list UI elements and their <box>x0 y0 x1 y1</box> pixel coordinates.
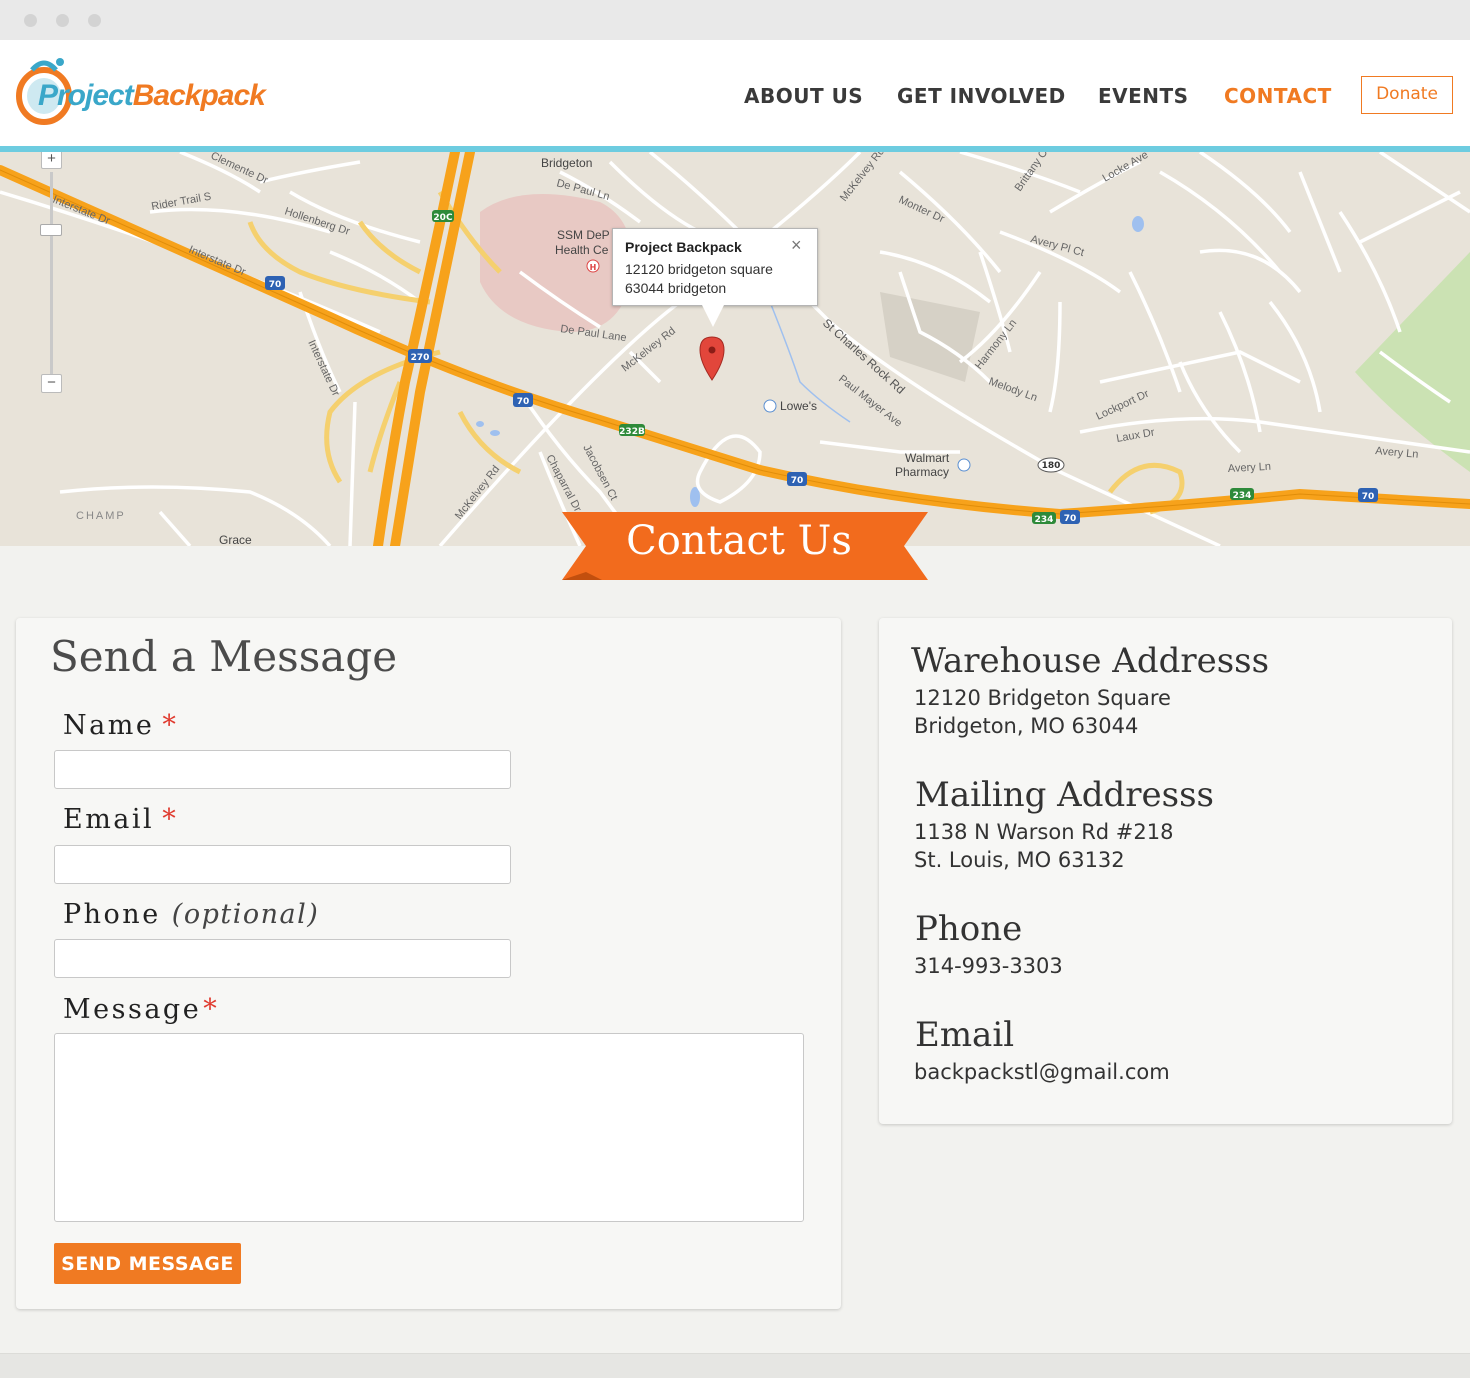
map-label-mckelvey-2: McKelvey Rd <box>453 463 502 521</box>
shield-i270: 270 <box>411 353 430 363</box>
window-minimize-dot[interactable] <box>56 14 69 27</box>
zoom-slider-handle[interactable] <box>40 224 62 236</box>
map-label-health: Health Ce <box>555 243 609 257</box>
browser-titlebar <box>0 0 1470 40</box>
shield-i70-a: 70 <box>269 280 282 290</box>
phone-label: Phone (optional) <box>63 899 319 930</box>
zoom-in-button[interactable]: + <box>41 152 62 169</box>
nav-about-us[interactable]: ABOUT US <box>744 84 863 108</box>
map-label-locke: Locke Ave <box>1101 152 1151 185</box>
logo-word-backpack: Backpack <box>132 79 266 112</box>
phone-number[interactable]: 314-993-3303 <box>914 954 1063 978</box>
map-embed[interactable]: 70 270 70 70 70 70 232B 20C 234 234 180 … <box>0 152 1470 546</box>
map-label-interstate-dr-3: Interstate Dr <box>305 338 342 398</box>
map-label-laux: Laux Dr <box>1115 426 1155 445</box>
window-close-dot[interactable] <box>24 14 37 27</box>
map-label-grace: Grace <box>219 533 252 546</box>
phone-heading: Phone <box>915 909 1023 949</box>
hospital-area <box>480 194 632 332</box>
shield-i70-d: 70 <box>1064 514 1077 524</box>
close-icon[interactable]: × <box>791 235 802 256</box>
form-heading: Send a Message <box>50 632 398 681</box>
map-label-pharmacy: Pharmacy <box>895 465 949 479</box>
shield-20c: 20C <box>433 213 453 223</box>
map-label-champ: CHAMP <box>76 510 126 522</box>
info-window-title: Project Backpack <box>625 239 742 255</box>
email-label: Email * <box>63 804 178 835</box>
shield-234-b: 234 <box>1035 515 1054 525</box>
map-label-melody: Melody Ln <box>987 376 1039 405</box>
name-label-text: Name <box>63 710 155 741</box>
location-pin-icon[interactable] <box>699 336 725 381</box>
shield-180: 180 <box>1042 461 1061 471</box>
phone-input[interactable] <box>54 939 511 978</box>
map-label-ssm: SSM DeP <box>557 228 610 242</box>
shield-232b: 232B <box>619 427 645 437</box>
warehouse-line-2: Bridgeton, MO 63044 <box>914 714 1139 738</box>
map-label-monter: Monter Dr <box>897 194 947 226</box>
warehouse-heading: Warehouse Addresss <box>911 641 1270 681</box>
logo-word-project: Project <box>38 79 134 112</box>
map-label-mckelvey-1: McKelvey Rd <box>619 325 677 374</box>
phone-label-text: Phone <box>63 899 161 930</box>
map-label-walmart: Walmart <box>905 451 950 465</box>
map-label-lowes: Lowe's <box>780 399 817 413</box>
map-label-avery-ln: Avery Ln <box>1375 445 1419 461</box>
message-required-mark: * <box>203 994 220 1025</box>
map-canvas: 70 270 70 70 70 70 232B 20C 234 234 180 … <box>0 152 1470 546</box>
shield-i70-c: 70 <box>791 476 804 486</box>
svg-text:H: H <box>590 263 597 272</box>
lowes-place-icon <box>763 399 777 413</box>
name-input[interactable] <box>54 750 511 789</box>
zoom-out-button[interactable]: − <box>41 374 62 393</box>
window-maximize-dot[interactable] <box>88 14 101 27</box>
phone-optional-note: (optional) <box>171 899 320 930</box>
map-label-mckelvey-3: McKelvey Rd <box>838 152 887 204</box>
map-info-window: Project Backpack 12120 bridgeton square … <box>612 228 818 306</box>
email-heading: Email <box>915 1015 1015 1055</box>
info-window-pointer <box>702 305 724 327</box>
email-label-text: Email <box>63 804 155 835</box>
mailing-heading: Mailing Addresss <box>915 775 1214 815</box>
pharmacy-place-icon <box>957 458 971 472</box>
nav-contact[interactable]: CONTACT <box>1224 84 1332 108</box>
nav-get-involved[interactable]: GET INVOLVED <box>897 84 1066 108</box>
map-label-lockport: Lockport Dr <box>1094 388 1151 423</box>
mailing-line-1: 1138 N Warson Rd #218 <box>914 820 1174 844</box>
shield-234-a: 234 <box>1233 491 1252 501</box>
message-label-text: Message <box>63 994 202 1025</box>
donate-button[interactable]: Donate <box>1361 76 1453 114</box>
email-required-mark: * <box>162 804 179 835</box>
map-label-avery-ln-2: Avery Ln <box>1228 461 1272 475</box>
shield-i70-e: 70 <box>1362 492 1375 502</box>
info-window-line-1: 12120 bridgeton square <box>625 261 773 277</box>
message-textarea[interactable] <box>54 1033 804 1222</box>
send-message-button[interactable]: SEND MESSAGE <box>54 1243 241 1284</box>
logo-wordmark: ProjectBackpack <box>38 79 266 113</box>
info-window-line-2: 63044 bridgeton <box>625 280 727 296</box>
name-required-mark: * <box>162 710 179 741</box>
message-label: Message* <box>63 994 219 1025</box>
name-label: Name * <box>63 710 178 741</box>
zoom-slider-track[interactable] <box>50 172 53 387</box>
warehouse-line-1: 12120 Bridgeton Square <box>914 686 1171 710</box>
mailing-line-2: St. Louis, MO 63132 <box>914 848 1125 872</box>
shield-i70-b: 70 <box>517 397 530 407</box>
page-footer-strip <box>0 1353 1470 1378</box>
nav-events[interactable]: EVENTS <box>1098 84 1189 108</box>
map-label-bridgeton: Bridgeton <box>541 156 592 170</box>
email-input[interactable] <box>54 845 511 884</box>
page-title: Contact Us <box>626 518 852 564</box>
site-logo[interactable]: ProjectBackpack <box>14 52 294 132</box>
map-label-brittany: Brittany Ct <box>1013 152 1052 194</box>
email-address-link[interactable]: backpackstl@gmail.com <box>914 1060 1170 1084</box>
